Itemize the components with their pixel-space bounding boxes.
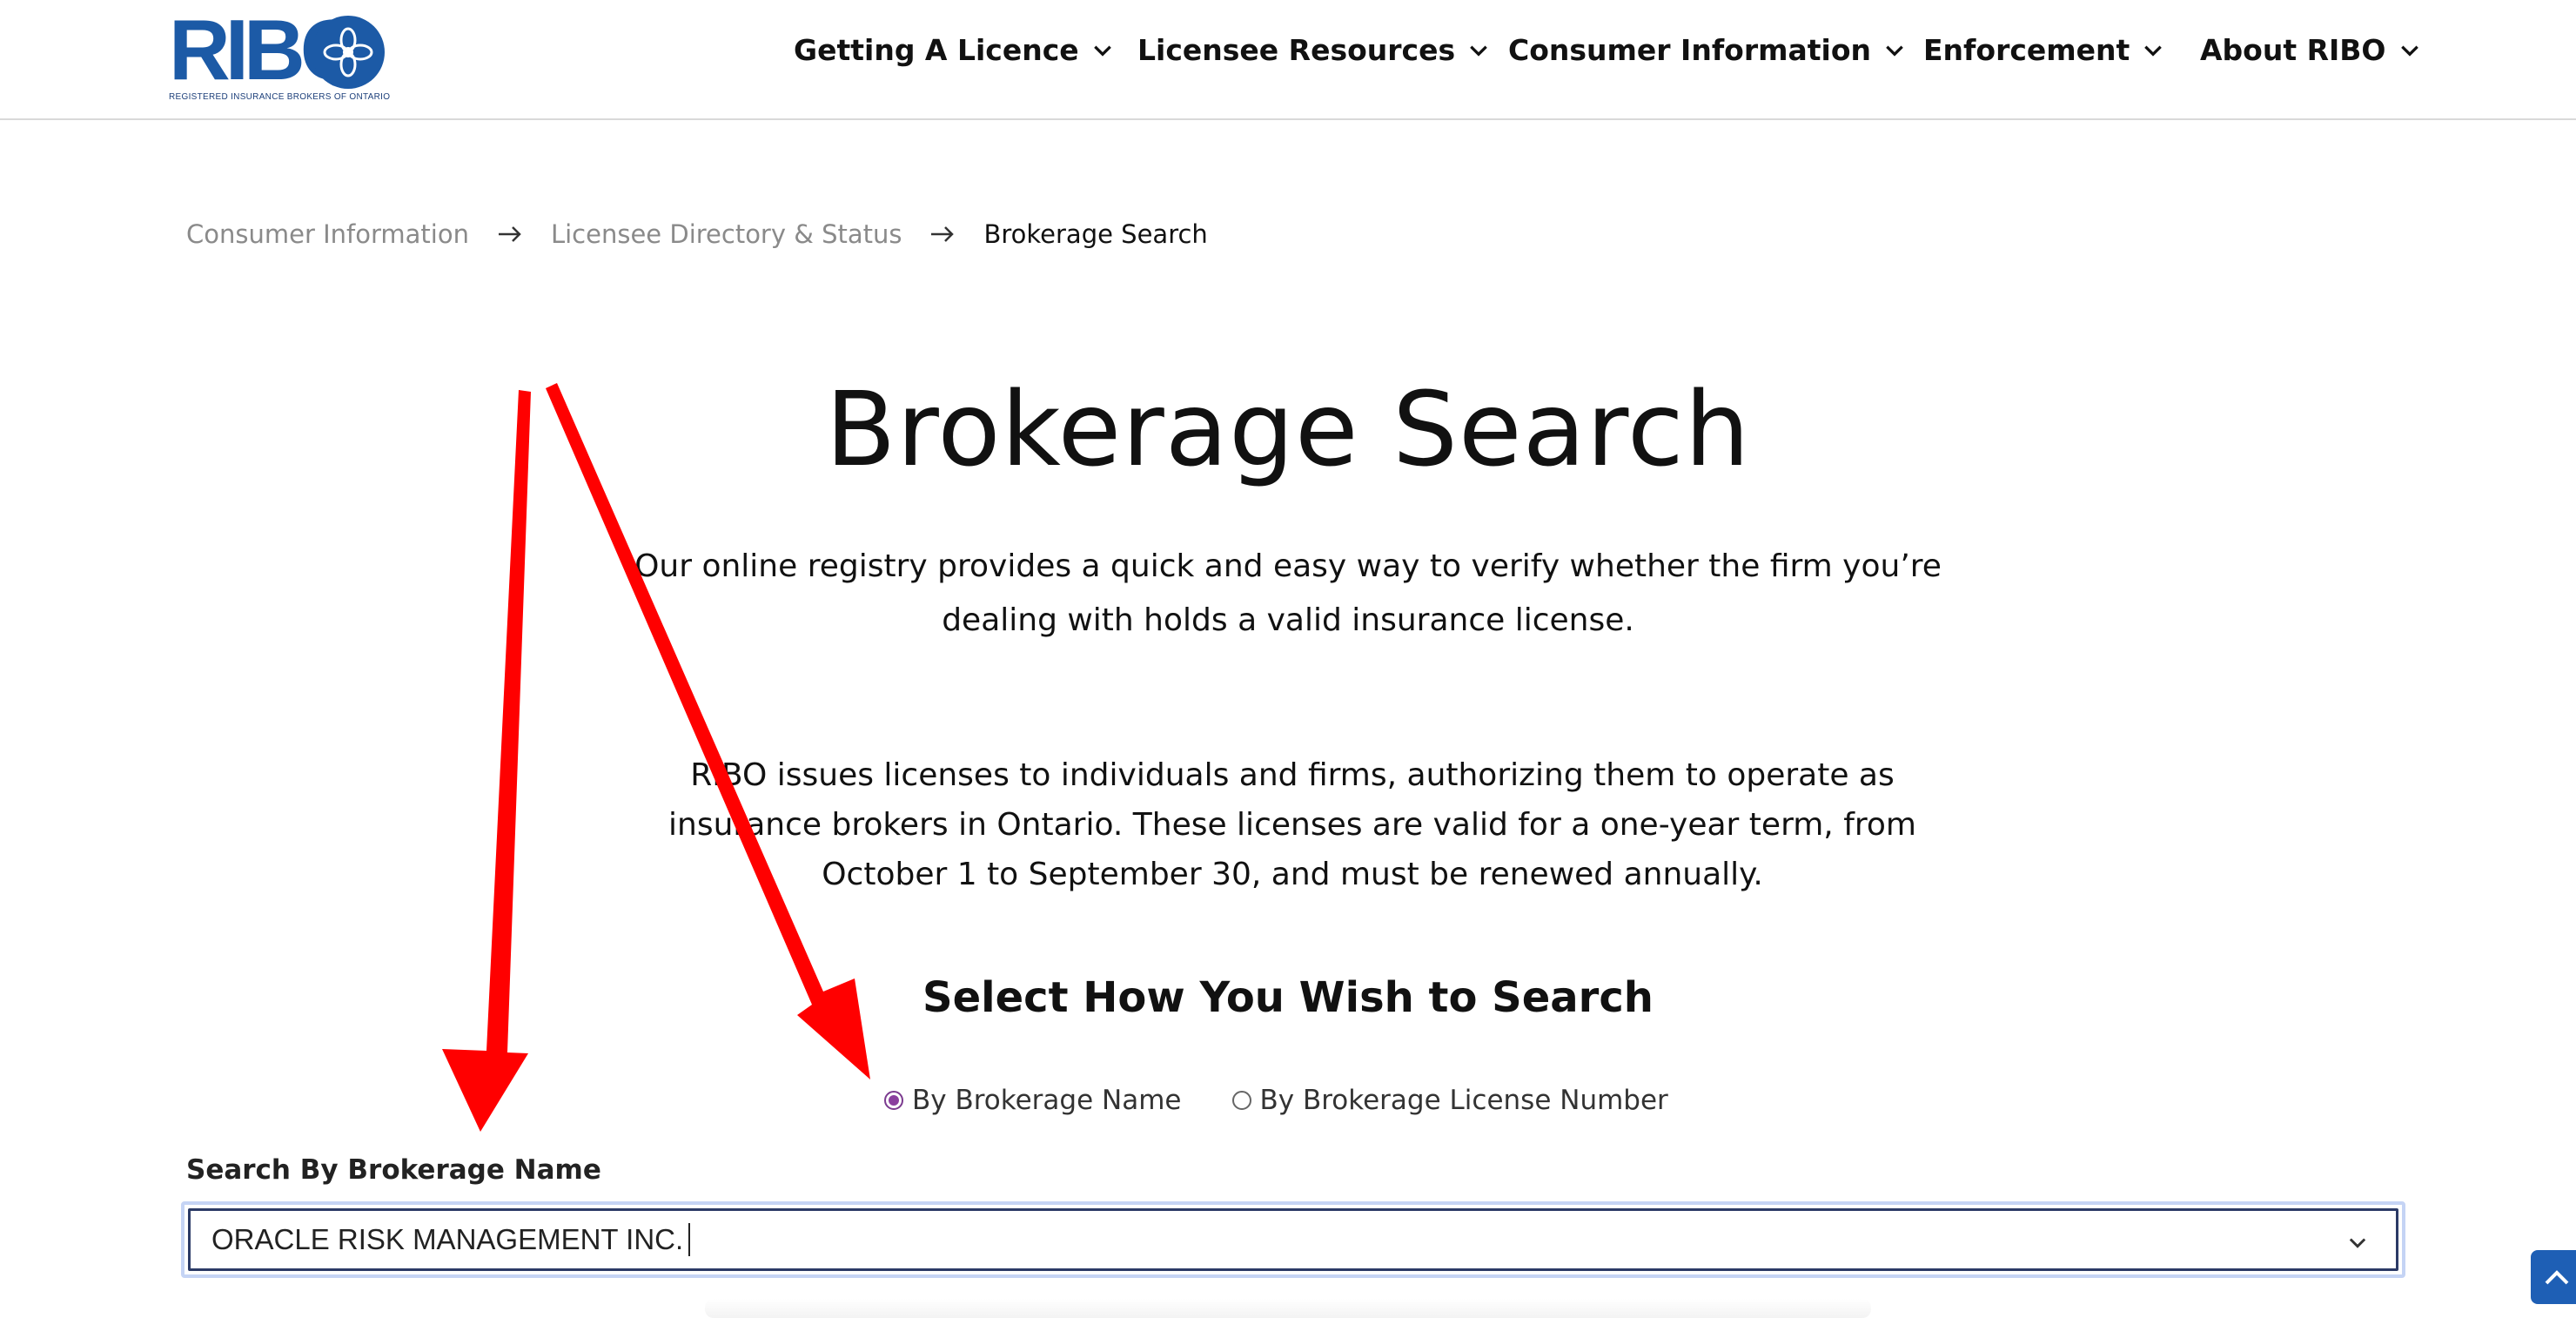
search-method-radio-group: By Brokerage Name By Brokerage License N… bbox=[884, 1085, 1668, 1116]
radio-by-brokerage-name[interactable]: By Brokerage Name bbox=[884, 1085, 1182, 1116]
nav-getting-a-licence[interactable]: Getting A Licence bbox=[794, 33, 1114, 67]
radio-label: By Brokerage License Number bbox=[1259, 1085, 1668, 1116]
nav-label: Enforcement bbox=[1923, 33, 2130, 67]
breadcrumb-licensee-directory[interactable]: Licensee Directory & Status bbox=[551, 219, 902, 249]
chevron-down-icon bbox=[1886, 45, 1903, 57]
nav-licensee-resources[interactable]: Licensee Resources bbox=[1137, 33, 1490, 67]
dropdown-shadow bbox=[705, 1299, 1871, 1318]
site-header: RIBO REGISTERED INSURANCE BROKERS OF ONT… bbox=[0, 0, 2576, 120]
search-field-focus-ring: ORACLE RISK MANAGEMENT INC. bbox=[181, 1201, 2405, 1278]
ribo-logo[interactable]: RIBO REGISTERED INSURANCE BROKERS OF ONT… bbox=[169, 7, 390, 104]
logo-flower-icon bbox=[312, 16, 385, 89]
arrow-right-icon bbox=[498, 226, 521, 242]
search-method-heading: Select How You Wish to Search bbox=[922, 973, 1654, 1022]
nav-label: Licensee Resources bbox=[1137, 33, 1456, 67]
description-paragraph: RIBO issues licenses to individuals and … bbox=[668, 757, 1916, 892]
nav-about-ribo[interactable]: About RIBO bbox=[2200, 33, 2421, 67]
chevron-down-icon[interactable] bbox=[2345, 1230, 2370, 1254]
nav-label: Getting A Licence bbox=[794, 33, 1079, 67]
search-field-label: Search By Brokerage Name bbox=[186, 1154, 601, 1186]
breadcrumb-current-page: Brokerage Search bbox=[983, 219, 1208, 249]
page-title: Brokerage Search bbox=[825, 369, 1751, 489]
radio-unchecked-icon[interactable] bbox=[1231, 1091, 1251, 1110]
scroll-to-top-button[interactable] bbox=[2531, 1250, 2576, 1304]
chevron-down-icon bbox=[2400, 45, 2418, 57]
chevron-down-icon bbox=[1470, 45, 1487, 57]
chevron-down-icon bbox=[1093, 45, 1111, 57]
arrow-right-icon bbox=[931, 226, 955, 242]
logo-subtitle: REGISTERED INSURANCE BROKERS OF ONTARIO bbox=[169, 92, 391, 102]
nav-consumer-information[interactable]: Consumer Information bbox=[1508, 33, 1906, 67]
intro-paragraph: Our online registry provides a quick and… bbox=[634, 548, 1942, 638]
radio-by-license-number[interactable]: By Brokerage License Number bbox=[1231, 1085, 1668, 1116]
text-cursor bbox=[688, 1223, 691, 1256]
nav-enforcement[interactable]: Enforcement bbox=[1923, 33, 2164, 67]
combobox-value: ORACLE RISK MANAGEMENT INC. bbox=[211, 1223, 684, 1255]
radio-checked-icon[interactable] bbox=[884, 1091, 903, 1110]
breadcrumb: Consumer Information Licensee Directory … bbox=[186, 219, 1208, 249]
page: RIBO REGISTERED INSURANCE BROKERS OF ONT… bbox=[0, 0, 2576, 1318]
chevron-up-icon bbox=[2545, 1270, 2569, 1285]
red-arrow-annotations bbox=[442, 383, 870, 1132]
nav-label: Consumer Information bbox=[1508, 33, 1872, 67]
brokerage-name-combobox[interactable]: ORACLE RISK MANAGEMENT INC. bbox=[188, 1208, 2398, 1271]
chevron-down-icon bbox=[2144, 45, 2163, 57]
radio-label: By Brokerage Name bbox=[912, 1085, 1182, 1116]
breadcrumb-consumer-information[interactable]: Consumer Information bbox=[186, 219, 469, 249]
nav-label: About RIBO bbox=[2200, 33, 2386, 67]
